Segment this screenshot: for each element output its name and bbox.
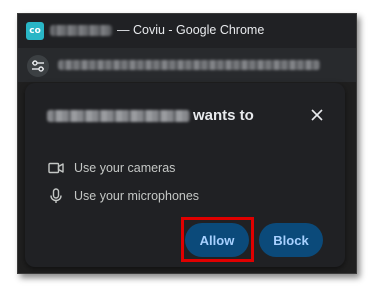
dialog-heading: wants to <box>193 107 254 124</box>
redacted-title-text <box>50 25 112 36</box>
browser-window: co — Coviu - Google Chrome wants to Use … <box>17 13 357 274</box>
permission-dialog: wants to Use your cameras Use your micro… <box>25 83 345 267</box>
window-title: — Coviu - Google Chrome <box>117 23 265 37</box>
permission-label: Use your microphones <box>74 189 200 203</box>
redacted-site-name <box>47 110 190 122</box>
redacted-url[interactable] <box>58 60 320 70</box>
tune-icon <box>32 60 44 72</box>
microphone-icon <box>47 187 65 205</box>
allow-button[interactable]: Allow <box>185 223 249 257</box>
block-button[interactable]: Block <box>259 223 323 257</box>
close-icon <box>311 109 323 121</box>
permission-label: Use your cameras <box>74 161 176 175</box>
address-bar <box>18 48 356 82</box>
close-button[interactable] <box>306 104 328 126</box>
permission-microphone: Use your microphones <box>47 186 199 206</box>
site-info-button[interactable] <box>27 55 49 77</box>
permission-camera: Use your cameras <box>47 158 175 178</box>
camera-icon <box>47 159 65 177</box>
coviu-app-icon: co <box>26 22 44 40</box>
title-bar: co — Coviu - Google Chrome <box>18 14 356 48</box>
